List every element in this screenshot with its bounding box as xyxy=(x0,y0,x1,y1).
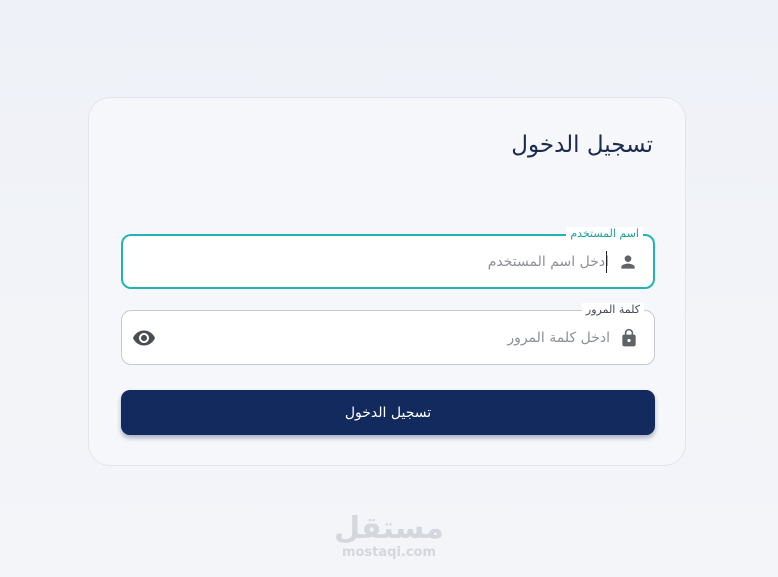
password-input[interactable] xyxy=(172,311,610,364)
lock-icon xyxy=(618,327,640,349)
watermark-latin: mostaqi.com xyxy=(341,545,437,560)
text-cursor xyxy=(606,251,607,273)
username-field[interactable]: اسم المستخدم xyxy=(121,227,655,289)
eye-icon[interactable] xyxy=(130,324,158,352)
login-button[interactable]: تسجيل الدخول xyxy=(121,390,655,435)
person-icon xyxy=(617,251,639,273)
login-title: تسجيل الدخول xyxy=(511,132,653,158)
username-input[interactable] xyxy=(173,236,609,287)
login-card: تسجيل الدخول اسم المستخدم كلمة المرور تس… xyxy=(88,97,686,466)
watermark-logo: مستقل mostaqi.com xyxy=(0,512,778,560)
watermark-arabic: مستقل xyxy=(334,511,444,546)
password-field[interactable]: كلمة المرور xyxy=(121,303,655,365)
